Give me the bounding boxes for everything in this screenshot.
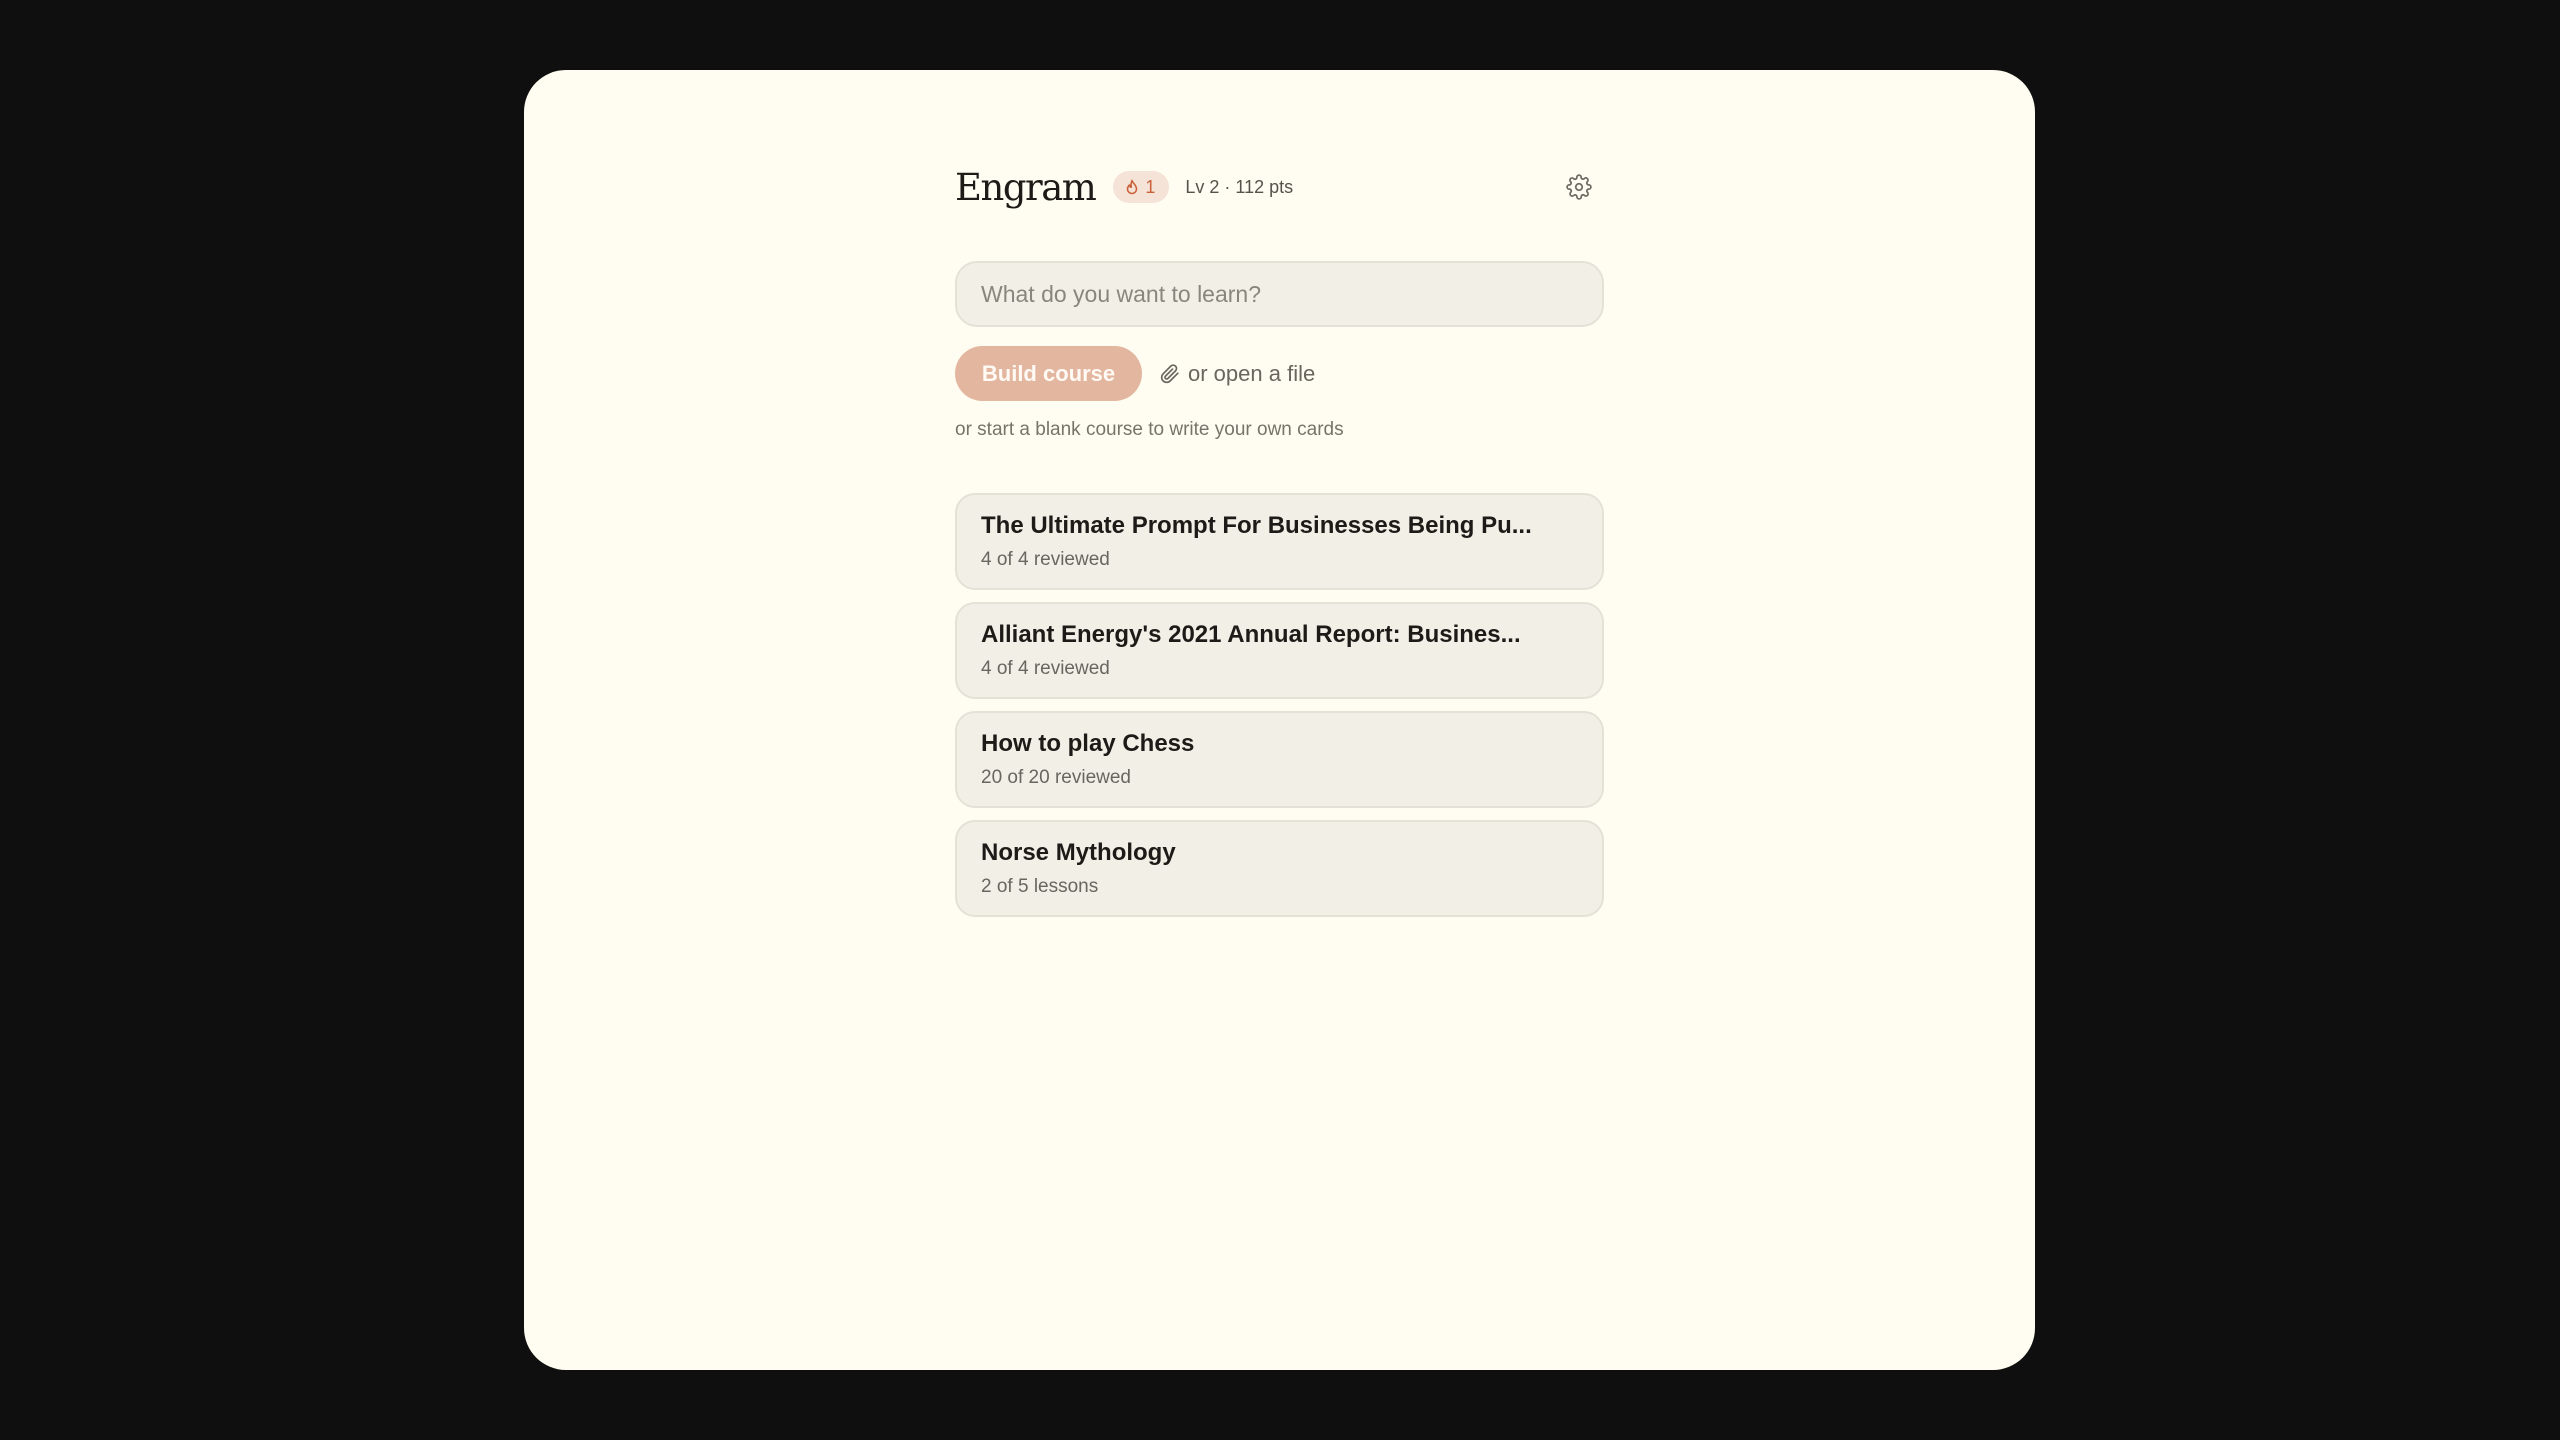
flame-icon bbox=[1127, 179, 1138, 195]
course-list: The Ultimate Prompt For Businesses Being… bbox=[955, 493, 1604, 929]
course-title: Norse Mythology bbox=[981, 839, 1176, 866]
course-progress: 20 of 20 reviewed bbox=[981, 767, 1131, 788]
app-title: Engram bbox=[955, 165, 1097, 209]
open-file-link[interactable]: or open a file bbox=[1160, 361, 1315, 387]
course-title: Alliant Energy's 2021 Annual Report: Bus… bbox=[981, 621, 1521, 648]
paperclip-icon bbox=[1160, 363, 1179, 383]
actions-row: Build course or open a file bbox=[955, 346, 1315, 401]
course-progress: 2 of 5 lessons bbox=[981, 876, 1099, 897]
level-points: Lv 2 · 112 pts bbox=[1185, 176, 1294, 197]
learn-input[interactable] bbox=[955, 261, 1604, 327]
course-title: How to play Chess bbox=[981, 730, 1195, 757]
header: Engram 1 Lv 2 · 112 pts bbox=[955, 162, 1604, 212]
course-card[interactable]: The Ultimate Prompt For Businesses Being… bbox=[955, 493, 1604, 590]
blank-course-link[interactable]: or start a blank course to write your ow… bbox=[955, 419, 1344, 441]
gear-icon[interactable] bbox=[1566, 174, 1592, 200]
streak-badge: 1 bbox=[1113, 171, 1170, 203]
open-file-label: or open a file bbox=[1188, 360, 1316, 386]
app-window: Engram 1 Lv 2 · 112 pts Build course or … bbox=[524, 70, 2035, 1370]
streak-count: 1 bbox=[1145, 176, 1156, 197]
build-course-button[interactable]: Build course bbox=[955, 346, 1142, 401]
course-card[interactable]: Alliant Energy's 2021 Annual Report: Bus… bbox=[955, 602, 1604, 699]
course-progress: 4 of 4 reviewed bbox=[981, 658, 1110, 679]
course-progress: 4 of 4 reviewed bbox=[981, 549, 1110, 570]
course-title: The Ultimate Prompt For Businesses Being… bbox=[981, 512, 1532, 539]
course-card[interactable]: Norse Mythology 2 of 5 lessons bbox=[955, 820, 1604, 917]
course-card[interactable]: How to play Chess 20 of 20 reviewed bbox=[955, 711, 1604, 808]
